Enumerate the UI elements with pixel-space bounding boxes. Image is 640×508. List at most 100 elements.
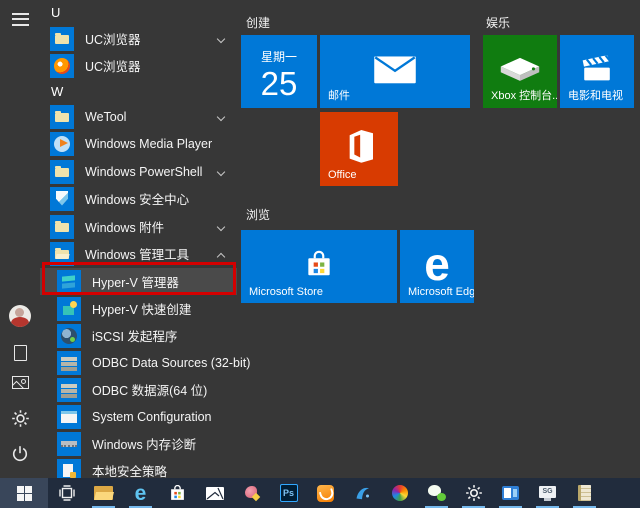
tile-xbox-console[interactable]: Xbox 控制台... — [483, 35, 557, 108]
section-header-u[interactable]: U — [51, 5, 60, 20]
taskbar-mail-button[interactable] — [196, 478, 233, 508]
taskbar-notebook-app-button[interactable] — [566, 478, 603, 508]
taskbar-sogou-button[interactable]: SG — [529, 478, 566, 508]
user-account-button[interactable] — [0, 299, 40, 333]
user-avatar-icon — [9, 305, 31, 327]
uc-browser-icon — [317, 485, 334, 502]
taskbar-wechat-button[interactable] — [418, 478, 455, 508]
tile-group-label-entertainment[interactable]: 娱乐 — [486, 14, 510, 31]
app-item-wetool[interactable]: WeTool — [40, 103, 237, 130]
taskbar-edge-button[interactable]: e — [122, 478, 159, 508]
tile-label: 电影和电视 — [568, 87, 623, 103]
folder-icon — [50, 160, 74, 184]
power-button[interactable] — [0, 436, 40, 470]
app-item-hyperv-quick-create[interactable]: Hyper-V 快速创建 — [40, 295, 237, 322]
store-bag-icon — [303, 249, 335, 279]
folder-open-icon — [50, 242, 74, 266]
taskbar-settings-button[interactable] — [455, 478, 492, 508]
app-item-label: Windows 附件 — [85, 217, 164, 236]
tile-mail[interactable]: 邮件 — [320, 35, 470, 108]
odbc-icon — [57, 378, 81, 402]
gear-icon — [465, 484, 483, 502]
app-item-odbc-64bit[interactable]: ODBC 数据源(64 位) — [40, 376, 237, 403]
tile-group-label-browse[interactable]: 浏览 — [246, 206, 270, 223]
app-item-windows-powershell[interactable]: Windows PowerShell — [40, 158, 237, 185]
flower-app-icon — [244, 485, 260, 501]
tile-label: Microsoft Store — [249, 286, 323, 298]
start-menu-screen: U UC浏览器 UC浏览器 W WeTool Windows Media Pla… — [0, 0, 640, 508]
tile-office[interactable]: Office — [320, 112, 398, 186]
taskbar-thunder-button[interactable] — [344, 478, 381, 508]
taskbar-start-button[interactable] — [0, 478, 48, 508]
taskbar-uc-browser-button[interactable] — [307, 478, 344, 508]
office-logo-icon — [345, 130, 373, 163]
photo-viewer-icon — [502, 486, 519, 500]
folder-icon — [50, 105, 74, 129]
app-item-label: UC浏览器 — [85, 56, 141, 75]
clapperboard-icon — [581, 55, 613, 83]
chevron-down-icon[interactable] — [217, 35, 225, 43]
chevron-down-icon[interactable] — [217, 223, 225, 231]
chevron-up-icon[interactable] — [217, 253, 225, 261]
app-item-label: System Configuration — [92, 410, 212, 424]
hamburger-icon — [12, 13, 29, 26]
taskbar: e Ps SG — [0, 478, 640, 508]
tile-group-label-create[interactable]: 创建 — [246, 14, 270, 31]
iscsi-icon — [57, 324, 81, 348]
tile-microsoft-store[interactable]: Microsoft Store — [241, 230, 397, 303]
hyperv-manager-icon — [57, 270, 81, 294]
tile-label: Office — [328, 169, 357, 181]
app-item-label: Windows 管理工具 — [85, 244, 189, 263]
hyperv-quick-create-icon — [57, 297, 81, 321]
wechat-icon — [428, 485, 446, 501]
thunder-icon — [354, 485, 371, 502]
tile-movies-tv[interactable]: 电影和电视 — [560, 35, 634, 108]
app-item-odbc-32bit[interactable]: ODBC Data Sources (32-bit) — [40, 349, 237, 376]
hamburger-menu-button[interactable] — [0, 2, 40, 36]
xbox-console-icon — [495, 52, 545, 85]
taskbar-task-view-button[interactable] — [48, 478, 85, 508]
app-item-windows-memory-diagnostic[interactable]: Windows 内存诊断 — [40, 430, 237, 457]
taskbar-store-button[interactable] — [159, 478, 196, 508]
pictures-icon — [12, 376, 29, 389]
app-item-windows-media-player[interactable]: Windows Media Player — [40, 130, 237, 157]
tile-calendar[interactable]: 星期一 25 — [241, 35, 317, 108]
taskbar-photoshop-button[interactable]: Ps — [270, 478, 307, 508]
calendar-weekday: 星期一 — [241, 48, 317, 65]
taskbar-flower-app-button[interactable] — [233, 478, 270, 508]
app-list: U UC浏览器 UC浏览器 W WeTool Windows Media Pla… — [40, 0, 237, 478]
pictures-button[interactable] — [0, 365, 40, 399]
taskbar-color-wheel-app-button[interactable] — [381, 478, 418, 508]
file-explorer-icon — [94, 486, 113, 500]
app-item-uc-browser-folder[interactable]: UC浏览器 — [40, 25, 237, 52]
uc-browser-icon — [50, 54, 74, 78]
app-item-iscsi-initiator[interactable]: iSCSI 发起程序 — [40, 322, 237, 349]
calendar-day-number: 25 — [241, 65, 317, 103]
app-item-windows-admin-tools[interactable]: Windows 管理工具 — [40, 240, 237, 267]
app-item-windows-accessories[interactable]: Windows 附件 — [40, 213, 237, 240]
taskbar-photo-viewer-button[interactable] — [492, 478, 529, 508]
power-icon — [11, 444, 29, 462]
tile-microsoft-edge[interactable]: e Microsoft Edge — [400, 230, 474, 303]
gear-icon — [11, 409, 30, 428]
section-header-w[interactable]: W — [51, 84, 63, 99]
app-item-windows-security-center[interactable]: Windows 安全中心 — [40, 185, 237, 212]
chevron-down-icon[interactable] — [217, 113, 225, 121]
taskbar-file-explorer-button[interactable] — [85, 478, 122, 508]
app-item-uc-browser[interactable]: UC浏览器 — [40, 52, 237, 79]
edge-icon: e — [135, 483, 147, 504]
tile-area: 创建 娱乐 浏览 星期一 25 邮件 Xbox 控制台... 电影和电视 Off… — [240, 0, 640, 478]
mail-envelope-icon — [374, 56, 416, 83]
app-item-label: Windows 安全中心 — [85, 189, 189, 208]
folder-icon — [50, 215, 74, 239]
mail-envelope-icon — [206, 487, 224, 500]
app-item-hyperv-manager[interactable]: Hyper-V 管理器 — [40, 268, 237, 295]
app-item-label: ODBC Data Sources (32-bit) — [92, 356, 250, 370]
app-item-label: UC浏览器 — [85, 29, 141, 48]
memory-diagnostic-icon — [57, 432, 81, 456]
chevron-down-icon[interactable] — [217, 168, 225, 176]
settings-button[interactable] — [0, 401, 40, 435]
folder-icon — [50, 27, 74, 51]
document-icon — [14, 345, 27, 361]
app-item-system-configuration[interactable]: System Configuration — [40, 403, 237, 430]
